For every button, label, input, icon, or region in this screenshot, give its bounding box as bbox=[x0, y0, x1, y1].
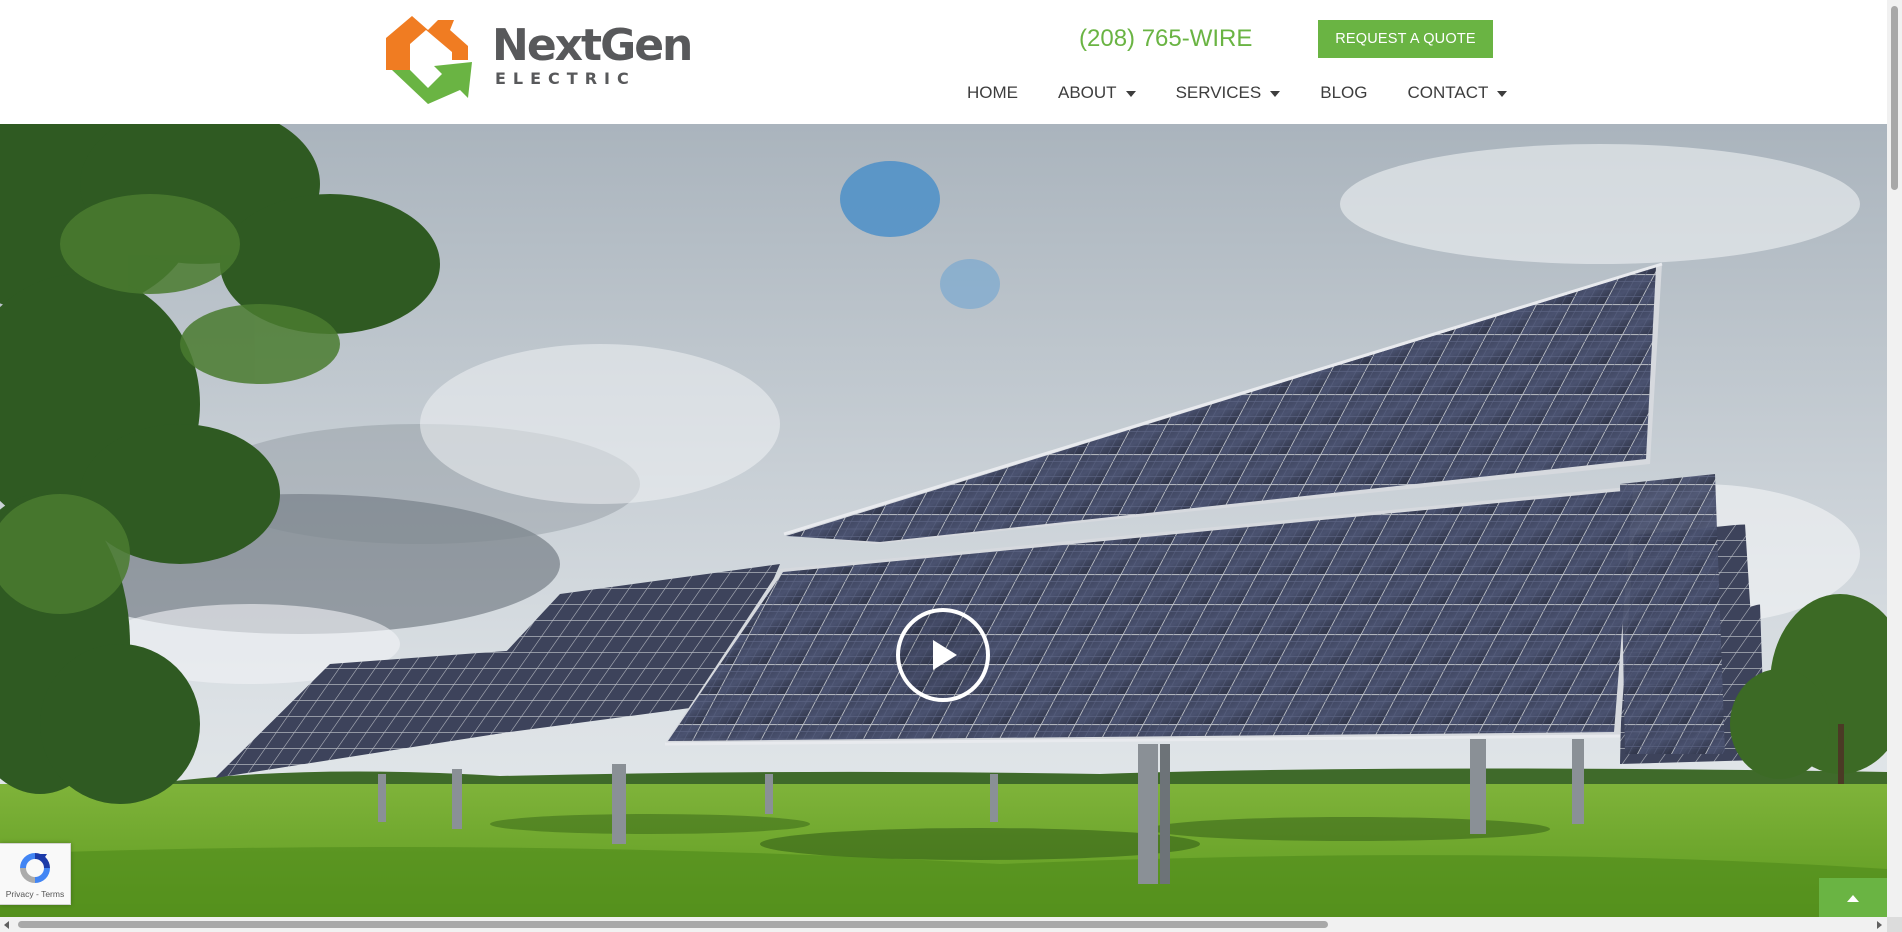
nav-item-label: CONTACT bbox=[1407, 83, 1489, 102]
site-logo[interactable]: NextGen ELECTRIC bbox=[382, 8, 693, 106]
privacy-link[interactable]: Privacy bbox=[6, 889, 34, 899]
solar-panel-field-image bbox=[0, 124, 1887, 917]
nav-item-label: BLOG bbox=[1320, 83, 1368, 102]
vertical-scrollbar-thumb[interactable] bbox=[1891, 6, 1898, 190]
request-quote-button[interactable]: REQUEST A QUOTE bbox=[1318, 20, 1493, 58]
nav-item-home[interactable]: HOME bbox=[967, 83, 1018, 103]
nav-item-label: HOME bbox=[967, 83, 1018, 102]
scroll-left-icon[interactable] bbox=[4, 921, 9, 929]
caret-down-icon bbox=[1270, 91, 1281, 97]
nav-item-contact[interactable]: CONTACT bbox=[1407, 83, 1508, 103]
recaptcha-links: Privacy - Terms bbox=[0, 889, 70, 899]
house-arrows-logo-icon bbox=[386, 16, 472, 104]
terms-link[interactable]: Terms bbox=[41, 889, 64, 899]
caret-down-icon bbox=[1497, 91, 1508, 97]
nav-item-blog[interactable]: BLOG bbox=[1320, 83, 1367, 103]
nav-item-about[interactable]: ABOUT bbox=[1058, 83, 1136, 103]
nav-item-label: SERVICES bbox=[1175, 83, 1262, 102]
site-header: NextGen ELECTRIC (208) 765-WIRE REQUEST … bbox=[0, 0, 1887, 124]
phone-link[interactable]: (208) 765-WIRE bbox=[1079, 24, 1252, 54]
play-circle-icon[interactable] bbox=[895, 607, 991, 703]
caret-down-icon bbox=[1125, 91, 1136, 97]
main-nav: HOME ABOUT SERVICES BLOG CONTACT bbox=[967, 80, 1508, 106]
vertical-scrollbar[interactable] bbox=[1887, 0, 1902, 917]
page: NextGen ELECTRIC (208) 765-WIRE REQUEST … bbox=[0, 0, 1887, 917]
hero-video-section bbox=[0, 124, 1887, 917]
nav-item-label: ABOUT bbox=[1058, 83, 1117, 102]
logo-name: NextGen bbox=[492, 20, 693, 71]
link-separator: - bbox=[36, 889, 39, 899]
scroll-right-icon[interactable] bbox=[1877, 921, 1882, 929]
logo-tagline: ELECTRIC bbox=[495, 69, 636, 88]
recaptcha-badge[interactable]: Privacy - Terms bbox=[0, 843, 71, 905]
nav-item-services[interactable]: SERVICES bbox=[1176, 83, 1281, 103]
scrollbar-corner bbox=[1887, 917, 1902, 932]
horizontal-scrollbar-thumb[interactable] bbox=[18, 921, 1328, 928]
arrow-up-icon bbox=[1847, 895, 1859, 902]
logo-text: NextGen ELECTRIC bbox=[492, 20, 693, 88]
recaptcha-logo-icon bbox=[20, 853, 50, 883]
back-to-top-button[interactable] bbox=[1819, 878, 1887, 917]
horizontal-scrollbar[interactable] bbox=[0, 917, 1887, 932]
